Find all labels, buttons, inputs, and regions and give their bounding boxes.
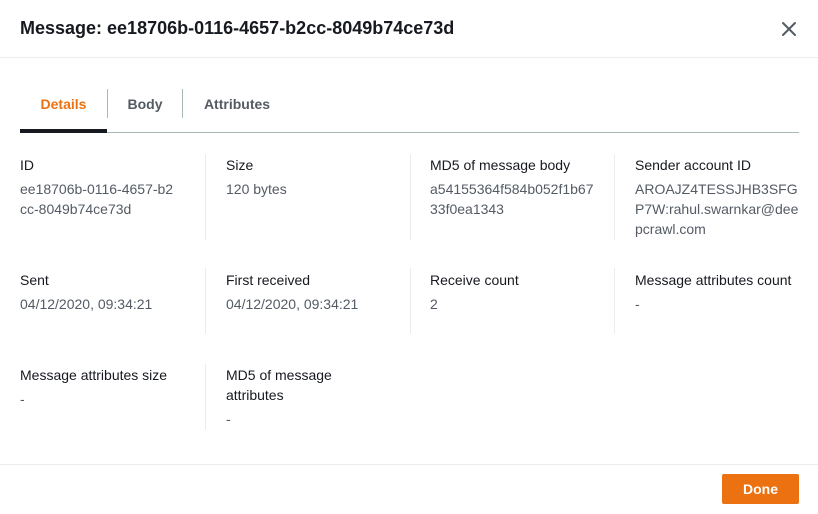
tab-attributes[interactable]: Attributes xyxy=(183,86,291,130)
detail-attributes-count: Message attributes count - xyxy=(635,270,795,314)
done-button[interactable]: Done xyxy=(722,474,799,504)
detail-sender: Sender account ID AROAJZ4TESSJHB3SFGP7W:… xyxy=(635,155,803,239)
tab-bar-divider xyxy=(20,132,799,133)
detail-label: Size xyxy=(226,157,254,173)
footer-divider xyxy=(0,464,818,465)
tab-bar: Details Body Attributes xyxy=(20,86,799,133)
detail-label: Message attributes size xyxy=(20,367,168,383)
detail-sent: Sent 04/12/2020, 09:34:21 xyxy=(20,270,210,314)
tab-body[interactable]: Body xyxy=(108,86,182,130)
detail-md5-attributes: MD5 of message attributes - xyxy=(226,365,376,429)
close-icon xyxy=(782,22,796,36)
detail-label: First received xyxy=(226,272,311,288)
active-tab-indicator xyxy=(20,129,107,133)
column-divider xyxy=(410,154,411,240)
column-divider xyxy=(205,154,206,240)
detail-value: 04/12/2020, 09:34:21 xyxy=(226,296,359,312)
detail-value: - xyxy=(226,411,231,427)
detail-value: a54155364f584b052f1b6733f0ea1343 xyxy=(430,181,594,217)
dialog-title: Message: ee18706b-0116-4657-b2cc-8049b74… xyxy=(20,18,455,38)
detail-first-received: First received 04/12/2020, 09:34:21 xyxy=(226,270,416,314)
detail-attributes-size: Message attributes size - xyxy=(20,365,210,409)
detail-label: Message attributes count xyxy=(635,272,792,288)
detail-label: MD5 of message body xyxy=(430,157,571,173)
detail-label: ID xyxy=(20,157,34,173)
detail-value: AROAJZ4TESSJHB3SFGP7W:rahul.swarnkar@dee… xyxy=(635,181,799,237)
close-button[interactable] xyxy=(776,16,802,42)
detail-label: Sent xyxy=(20,272,49,288)
tab-details[interactable]: Details xyxy=(20,86,107,130)
column-divider xyxy=(614,154,615,240)
detail-label: Receive count xyxy=(430,272,519,288)
detail-value: - xyxy=(20,391,25,407)
detail-size: Size 120 bytes xyxy=(226,155,396,199)
detail-receive-count: Receive count 2 xyxy=(430,270,620,314)
detail-value: - xyxy=(635,296,640,312)
detail-label: MD5 of message attributes xyxy=(226,367,332,403)
detail-value: 120 bytes xyxy=(226,181,287,197)
detail-id: ID ee18706b-0116-4657-b2cc-8049b74ce73d xyxy=(20,155,180,219)
detail-value: 04/12/2020, 09:34:21 xyxy=(20,296,153,312)
detail-value: ee18706b-0116-4657-b2cc-8049b74ce73d xyxy=(20,181,174,217)
dialog-header: Message: ee18706b-0116-4657-b2cc-8049b74… xyxy=(0,0,818,58)
detail-label: Sender account ID xyxy=(635,157,751,173)
detail-md5-body: MD5 of message body a54155364f584b052f1b… xyxy=(430,155,595,219)
detail-value: 2 xyxy=(430,296,438,312)
